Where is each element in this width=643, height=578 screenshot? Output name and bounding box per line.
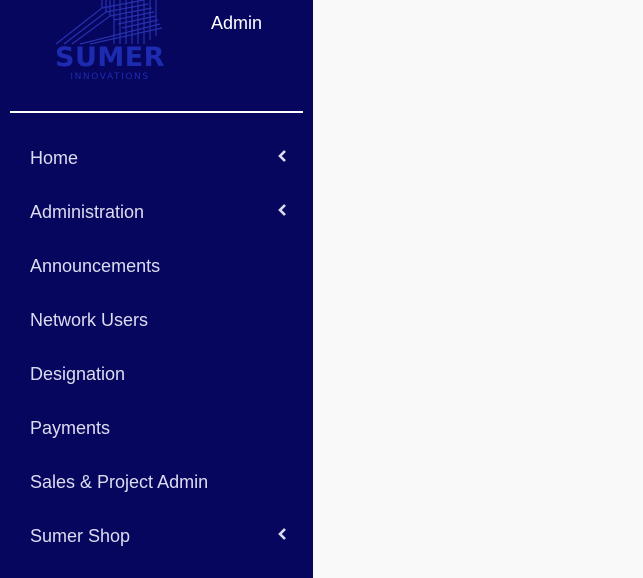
company-logo[interactable]: SUMER INNOVATIONS	[40, 0, 180, 86]
sidebar-item-label: Home	[30, 148, 79, 168]
brand-tagline: INNOVATIONS	[70, 72, 150, 82]
brand-header: SUMER INNOVATIONS Admin	[0, 0, 313, 112]
sidebar-item-payments[interactable]: Payments	[0, 401, 313, 455]
sidebar-item-label: Sales & Project Admin	[30, 472, 209, 492]
sidebar: SUMER INNOVATIONS Admin Home Administrat…	[0, 0, 313, 578]
brand-name: SUMER	[55, 42, 165, 73]
chevron-left-icon	[278, 528, 286, 540]
sidebar-divider	[10, 111, 303, 113]
sidebar-item-designation[interactable]: Designation	[0, 347, 313, 401]
sidebar-menu: Home Administration Announcements Networ…	[0, 131, 313, 563]
sidebar-item-label: Announcements	[30, 256, 161, 276]
sidebar-item-administration[interactable]: Administration	[0, 185, 313, 239]
sidebar-item-label: Payments	[30, 418, 111, 438]
sidebar-item-label: Sumer Shop	[30, 526, 131, 546]
sidebar-item-label: Designation	[30, 364, 126, 384]
sidebar-item-network-users[interactable]: Network Users	[0, 293, 313, 347]
chevron-left-icon	[278, 150, 286, 162]
sidebar-item-label: Administration	[30, 202, 145, 222]
chevron-left-icon	[278, 204, 286, 216]
sidebar-item-sales-project-admin[interactable]: Sales & Project Admin	[0, 455, 313, 509]
sidebar-item-label: Network Users	[30, 310, 149, 330]
sidebar-item-sumer-shop[interactable]: Sumer Shop	[0, 509, 313, 563]
sidebar-item-announcements[interactable]: Announcements	[0, 239, 313, 293]
user-role-label[interactable]: Admin	[211, 12, 262, 34]
main-content-area	[313, 0, 643, 578]
sidebar-item-home[interactable]: Home	[0, 131, 313, 185]
